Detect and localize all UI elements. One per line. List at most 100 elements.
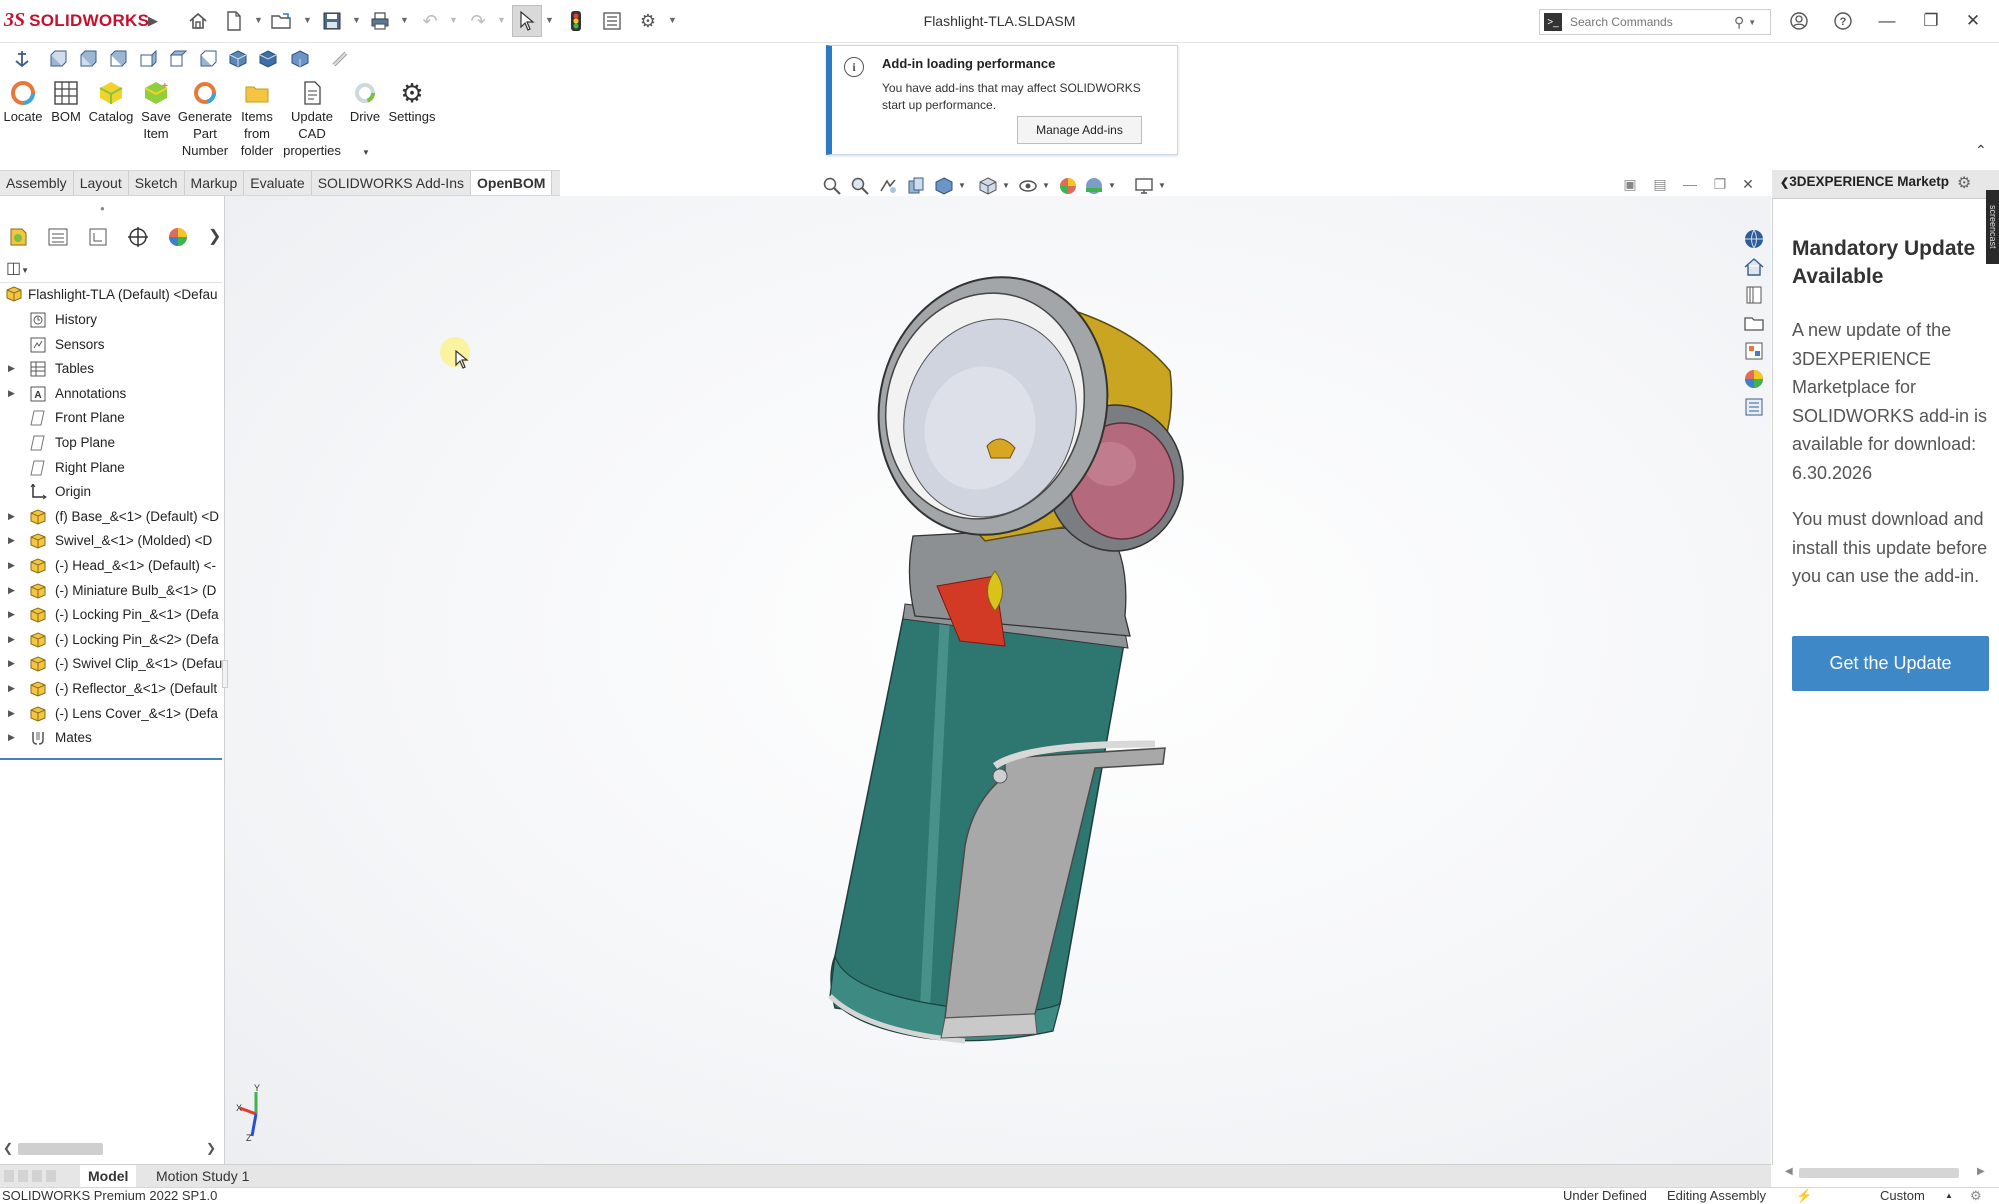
minimize-window-icon[interactable]: —: [1873, 8, 1901, 34]
dimxpert-manager-icon[interactable]: [126, 226, 150, 248]
previous-view-icon[interactable]: [878, 176, 898, 196]
solidworks-resources-home-icon[interactable]: [1743, 256, 1765, 278]
tree-item-swivel-1-molded-d[interactable]: ▶ Swivel_&<1> (Molded) <D: [0, 528, 222, 553]
tree-item-annotations[interactable]: ▶ A Annotations: [0, 381, 222, 406]
design-library-icon[interactable]: [1743, 284, 1765, 306]
apply-scene-icon[interactable]: [1084, 176, 1104, 196]
undo-dropdown-caret[interactable]: ▼: [449, 15, 458, 25]
view-palette-icon[interactable]: [1743, 340, 1765, 362]
tree-item-sensors[interactable]: Sensors: [0, 332, 222, 357]
tab-model[interactable]: Model: [80, 1165, 137, 1187]
view-back-icon[interactable]: [78, 49, 98, 69]
custom-properties-icon[interactable]: [1743, 396, 1765, 418]
view-front-icon[interactable]: [48, 49, 68, 69]
tab-solidworks-addins[interactable]: SOLIDWORKS Add-Ins: [312, 171, 471, 195]
tab-motion-study-1[interactable]: Motion Study 1: [148, 1165, 257, 1187]
panel-resize-grip[interactable]: [222, 660, 228, 688]
tree-root-assembly[interactable]: Flashlight-TLA (Default) <Defau: [0, 282, 222, 307]
viewport-restore-icon[interactable]: ❐: [1710, 176, 1730, 194]
display-manager-icon[interactable]: [166, 226, 190, 248]
search-input[interactable]: [1568, 14, 1732, 30]
zoom-to-area-icon[interactable]: [850, 176, 870, 196]
tree-item-head-1-default[interactable]: ▶ (-) Head_&<1> (Default) <-: [0, 553, 222, 578]
tree-item-locking-pin-1-defa[interactable]: ▶ (-) Locking Pin_&<1> (Defa: [0, 602, 222, 627]
tab-assembly[interactable]: Assembly: [0, 171, 74, 195]
tree-item-origin[interactable]: Origin: [0, 479, 222, 504]
appearances-scenes-icon[interactable]: [1743, 368, 1765, 390]
prev-tab-arrow-icon[interactable]: [18, 1170, 28, 1182]
tp-scroll-right-icon[interactable]: ▶: [1977, 1166, 1985, 1177]
rebuild-traffic-light-icon[interactable]: [564, 9, 588, 33]
3dexperience-globe-icon[interactable]: [1743, 228, 1765, 250]
viewport-close-icon[interactable]: ✕: [1738, 176, 1758, 194]
tp-scroll-left-icon[interactable]: ◀: [1785, 1166, 1793, 1177]
expand-arrow-icon[interactable]: ▶: [8, 504, 15, 529]
tree-item-tables[interactable]: ▶ Tables: [0, 356, 222, 381]
generate-part-number-button[interactable]: Generate Part Number: [176, 80, 234, 159]
tab-evaluate[interactable]: Evaluate: [244, 171, 312, 195]
task-pane-back-icon[interactable]: ❮: [1780, 177, 1789, 189]
hide-show-items-icon[interactable]: [1018, 176, 1038, 196]
view-orientation-icon[interactable]: [934, 176, 954, 196]
options-dropdown-caret[interactable]: ▼: [668, 15, 677, 25]
help-icon[interactable]: ?: [1829, 8, 1857, 34]
undo-icon[interactable]: ↶: [418, 9, 442, 33]
expand-arrow-icon[interactable]: ▶: [8, 676, 15, 701]
tree-item-right-plane[interactable]: Right Plane: [0, 455, 222, 480]
print-dropdown-caret[interactable]: ▼: [400, 15, 409, 25]
graphics-viewport[interactable]: [225, 196, 1771, 1164]
tree-item-mates[interactable]: ▶ Mates: [0, 725, 222, 750]
tree-item-history[interactable]: History: [0, 307, 222, 332]
unit-system[interactable]: Custom: [1880, 1188, 1925, 1204]
expand-arrow-icon[interactable]: ▶: [8, 701, 15, 726]
save-dropdown-caret[interactable]: ▼: [352, 15, 361, 25]
expand-arrow-icon[interactable]: ▶: [8, 627, 15, 652]
view-settings-monitor-icon[interactable]: [1134, 176, 1154, 196]
collapse-commandmanager-icon[interactable]: ⌃: [1975, 142, 1987, 159]
view-right-icon[interactable]: [138, 49, 158, 69]
tree-item-reflector-1-default[interactable]: ▶ (-) Reflector_&<1> (Default: [0, 676, 222, 701]
view-top-icon[interactable]: [168, 49, 188, 69]
expand-arrow-icon[interactable]: ▶: [8, 356, 15, 381]
new-document-icon[interactable]: [222, 9, 246, 33]
search-commands-box[interactable]: >_ ⚲ ▼: [1539, 9, 1771, 35]
get-the-update-button[interactable]: Get the Update: [1792, 636, 1989, 691]
viewport-minimize-icon[interactable]: —: [1680, 176, 1700, 194]
tab-sketch[interactable]: Sketch: [129, 171, 185, 195]
apply-scene-caret[interactable]: ▼: [1108, 181, 1116, 190]
property-manager-icon[interactable]: [46, 226, 70, 248]
save-item-button[interactable]: + Save Item: [137, 80, 175, 142]
tp-scroll-thumb[interactable]: [1799, 1168, 1959, 1178]
update-cad-properties-button[interactable]: Update CAD properties: [280, 80, 344, 159]
restore-window-icon[interactable]: ❐: [1917, 8, 1945, 34]
redo-dropdown-caret[interactable]: ▼: [497, 15, 506, 25]
featuremanager-tree-icon[interactable]: [6, 226, 30, 248]
section-view-icon[interactable]: [906, 176, 926, 196]
manage-addins-button[interactable]: Manage Add-ins: [1017, 116, 1142, 144]
anchor-icon[interactable]: [12, 49, 32, 69]
expand-arrow-icon[interactable]: ▶: [8, 528, 15, 553]
tree-item-miniature-bulb-1-d[interactable]: ▶ (-) Miniature Bulb_&<1> (D: [0, 578, 222, 603]
view-settings-caret[interactable]: ▼: [1158, 181, 1166, 190]
options-gear-icon[interactable]: ⚙: [636, 9, 660, 33]
file-properties-icon[interactable]: [600, 9, 624, 33]
select-cursor-icon[interactable]: [512, 5, 542, 37]
view-isometric-icon[interactable]: [228, 49, 248, 69]
edit-appearance-icon[interactable]: [1058, 176, 1078, 196]
save-icon[interactable]: [320, 9, 344, 33]
drive-button[interactable]: Drive: [346, 80, 384, 125]
hide-show-caret[interactable]: ▼: [1042, 181, 1050, 190]
close-window-icon[interactable]: ✕: [1959, 8, 1987, 34]
view-orientation-caret[interactable]: ▼: [958, 181, 966, 190]
tab-layout[interactable]: Layout: [74, 171, 129, 195]
customize-icon[interactable]: ⚙: [1970, 1188, 1982, 1204]
user-account-icon[interactable]: [1785, 8, 1813, 34]
unit-system-caret[interactable]: ▲: [1945, 1188, 1953, 1204]
print-icon[interactable]: [368, 9, 392, 33]
view-dimetric-icon[interactable]: [290, 49, 310, 69]
search-dropdown-caret[interactable]: ▼: [1748, 18, 1756, 27]
panel-split-handle[interactable]: ●: [100, 204, 112, 213]
open-folder-icon[interactable]: [270, 9, 294, 33]
tree-item-top-plane[interactable]: Top Plane: [0, 430, 222, 455]
tab-openbom[interactable]: OpenBOM: [471, 171, 553, 195]
